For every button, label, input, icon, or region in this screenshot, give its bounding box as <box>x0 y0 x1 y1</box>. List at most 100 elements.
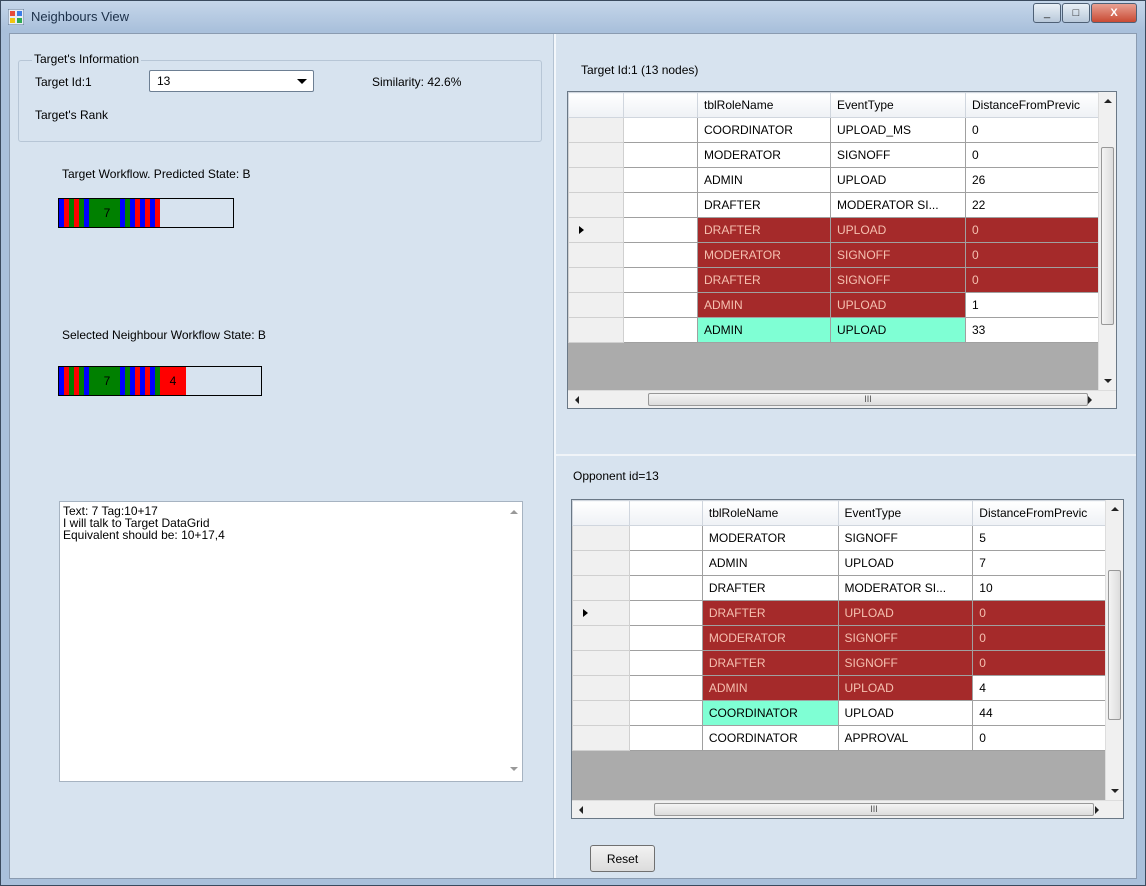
table-cell[interactable]: UPLOAD <box>837 600 974 626</box>
table-cell[interactable]: SIGNOFF <box>830 267 966 293</box>
table-row[interactable]: DRAFTER UPLOAD 0 <box>572 600 1123 626</box>
table-row[interactable]: MODERATOR SIGNOFF 0 <box>568 242 1116 268</box>
table-row[interactable]: ADMIN UPLOAD 26 <box>568 167 1116 193</box>
table-row[interactable]: COORDINATOR APPROVAL 0 <box>572 725 1123 751</box>
table-cell[interactable]: COORDINATOR <box>697 117 831 143</box>
table-cell[interactable]: COORDINATOR <box>701 725 839 751</box>
table-cell[interactable] <box>623 217 698 243</box>
column-header[interactable]: DistanceFromPrevic <box>965 92 1116 118</box>
table-cell[interactable]: SIGNOFF <box>837 650 974 676</box>
table-cell[interactable] <box>628 675 703 701</box>
reset-button[interactable]: Reset <box>590 845 655 872</box>
textbox-scrollbar[interactable] <box>505 502 522 781</box>
table-cell[interactable]: 0 <box>972 725 1123 751</box>
row-header[interactable] <box>568 167 624 193</box>
table-cell[interactable]: SIGNOFF <box>830 242 966 268</box>
table-row[interactable]: COORDINATOR UPLOAD 44 <box>572 700 1123 726</box>
table-cell[interactable]: DRAFTER <box>701 575 839 601</box>
table-cell[interactable]: ADMIN <box>701 675 839 701</box>
column-header[interactable] <box>628 500 703 526</box>
scroll-right-icon[interactable] <box>1088 396 1092 404</box>
table-row[interactable]: ADMIN UPLOAD 4 <box>572 675 1123 701</box>
table-cell[interactable]: 33 <box>965 317 1116 343</box>
vertical-splitter[interactable] <box>553 34 556 878</box>
scroll-down-icon[interactable] <box>1111 789 1119 793</box>
row-header[interactable] <box>568 192 624 218</box>
table-cell[interactable]: UPLOAD <box>830 317 966 343</box>
chevron-down-icon[interactable] <box>297 79 307 84</box>
scroll-up-icon[interactable] <box>510 510 518 514</box>
table-row[interactable]: DRAFTER UPLOAD 0 <box>568 217 1116 243</box>
row-header[interactable] <box>572 700 630 726</box>
scroll-right-icon[interactable] <box>1095 806 1099 814</box>
log-textbox[interactable]: Text: 7 Tag:10+17 I will talk to Target … <box>59 501 523 782</box>
table-cell[interactable]: MODERATOR <box>697 242 831 268</box>
table-cell[interactable] <box>623 167 698 193</box>
table-cell[interactable]: 0 <box>965 242 1116 268</box>
horizontal-splitter[interactable] <box>556 454 1136 456</box>
table-cell[interactable]: 44 <box>972 700 1123 726</box>
table-cell[interactable]: 22 <box>965 192 1116 218</box>
table-cell[interactable]: DRAFTER <box>697 217 831 243</box>
close-button[interactable]: X <box>1091 3 1137 23</box>
table-cell[interactable]: MODERATOR SI... <box>830 192 966 218</box>
table-cell[interactable] <box>628 625 703 651</box>
target-datagrid[interactable]: tblRoleName EventType DistanceFromPrevic CO… <box>567 91 1117 409</box>
table-cell[interactable]: UPLOAD_MS <box>830 117 966 143</box>
table-cell[interactable]: UPLOAD <box>837 675 974 701</box>
column-header[interactable]: EventType <box>837 500 974 526</box>
column-header[interactable]: tblRoleName <box>701 500 839 526</box>
table-cell[interactable]: UPLOAD <box>837 700 974 726</box>
table-row[interactable]: MODERATOR SIGNOFF 0 <box>572 625 1123 651</box>
table-cell[interactable]: ADMIN <box>697 292 831 318</box>
table-cell[interactable] <box>628 700 703 726</box>
table-cell[interactable]: ADMIN <box>701 550 839 576</box>
table-row[interactable]: COORDINATOR UPLOAD_MS 0 <box>568 117 1116 143</box>
scroll-up-icon[interactable] <box>1104 99 1112 103</box>
horizontal-scroll-thumb[interactable]: III <box>648 393 1088 406</box>
table-row[interactable]: MODERATOR SIGNOFF 5 <box>572 525 1123 551</box>
table-cell[interactable] <box>623 142 698 168</box>
table-cell[interactable] <box>623 117 698 143</box>
table-cell[interactable]: ADMIN <box>697 317 831 343</box>
column-header[interactable]: EventType <box>830 92 966 118</box>
vertical-scrollbar[interactable] <box>1098 92 1116 390</box>
vertical-scroll-thumb[interactable] <box>1101 147 1114 325</box>
table-cell[interactable]: SIGNOFF <box>837 525 974 551</box>
row-header[interactable] <box>572 525 630 551</box>
table-cell[interactable]: 0 <box>972 600 1123 626</box>
row-header[interactable] <box>572 550 630 576</box>
table-cell[interactable]: DRAFTER <box>701 650 839 676</box>
row-header[interactable] <box>568 317 624 343</box>
table-cell[interactable]: 26 <box>965 167 1116 193</box>
table-cell[interactable]: MODERATOR SI... <box>837 575 974 601</box>
horizontal-scroll-thumb[interactable]: III <box>654 803 1094 816</box>
table-row[interactable]: ADMIN UPLOAD 7 <box>572 550 1123 576</box>
scroll-down-icon[interactable] <box>510 767 518 771</box>
table-row[interactable]: DRAFTER SIGNOFF 0 <box>572 650 1123 676</box>
row-header[interactable] <box>568 292 624 318</box>
table-cell[interactable]: UPLOAD <box>837 550 974 576</box>
table-cell[interactable]: 0 <box>965 142 1116 168</box>
row-header[interactable] <box>572 575 630 601</box>
table-cell[interactable] <box>628 600 703 626</box>
table-cell[interactable] <box>623 192 698 218</box>
table-cell[interactable] <box>623 317 698 343</box>
table-cell[interactable]: APPROVAL <box>837 725 974 751</box>
row-header[interactable] <box>568 217 624 243</box>
table-cell[interactable]: 7 <box>972 550 1123 576</box>
target-combo[interactable]: 13 <box>149 70 314 92</box>
table-cell[interactable]: 10 <box>972 575 1123 601</box>
table-row[interactable]: ADMIN UPLOAD 1 <box>568 292 1116 318</box>
scroll-up-icon[interactable] <box>1111 507 1119 511</box>
scroll-left-icon[interactable] <box>579 806 583 814</box>
column-header[interactable] <box>623 92 698 118</box>
horizontal-scrollbar[interactable]: III <box>568 390 1116 408</box>
table-cell[interactable]: MODERATOR <box>697 142 831 168</box>
row-header[interactable] <box>568 242 624 268</box>
row-header[interactable] <box>572 650 630 676</box>
table-row[interactable]: MODERATOR SIGNOFF 0 <box>568 142 1116 168</box>
row-header[interactable] <box>572 600 630 626</box>
table-cell[interactable] <box>628 650 703 676</box>
table-cell[interactable]: DRAFTER <box>701 600 839 626</box>
